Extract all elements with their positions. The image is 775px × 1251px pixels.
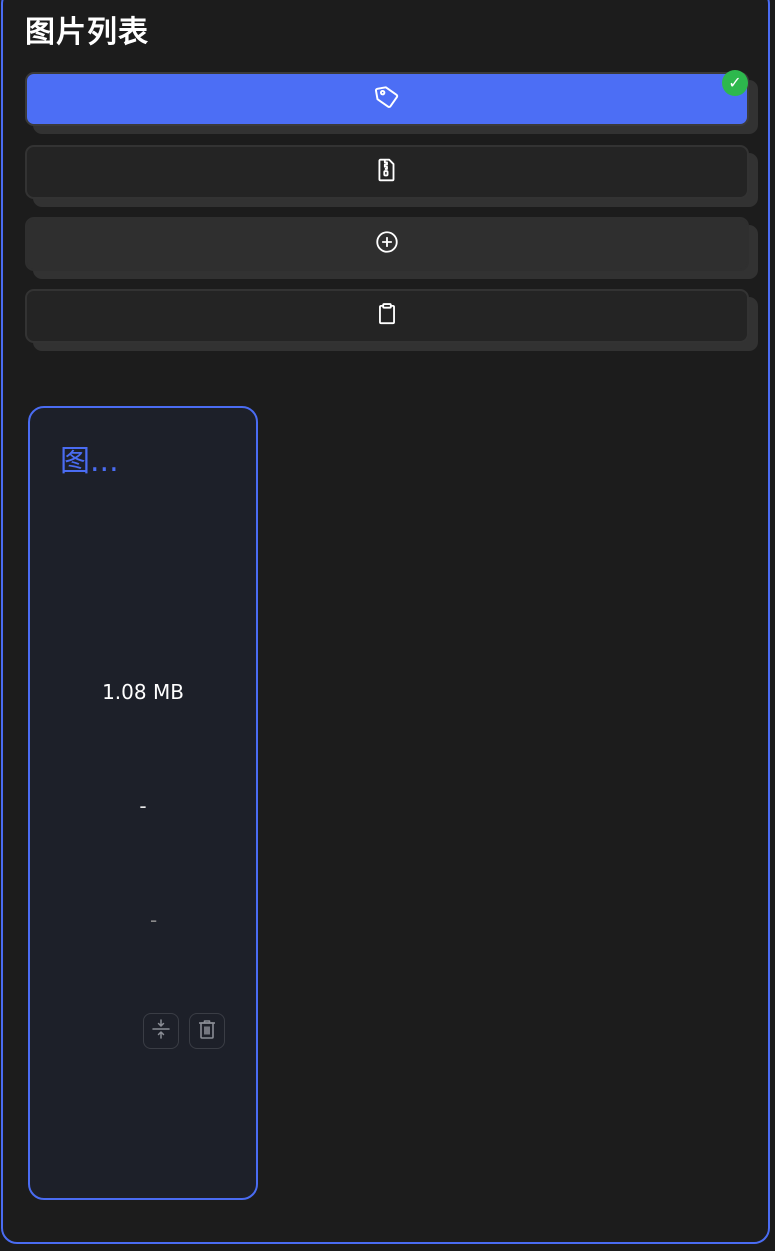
- delete-button[interactable]: [189, 1013, 225, 1049]
- compression-ratio: -: [150, 908, 158, 932]
- add-image-button[interactable]: [25, 217, 749, 271]
- add-button-wrapper: [25, 217, 758, 279]
- zip-download-button[interactable]: [25, 145, 749, 199]
- image-name: 图...: [60, 444, 119, 479]
- plus-circle-icon: [374, 229, 400, 259]
- tag-button[interactable]: [25, 72, 749, 126]
- selected-check-badge: ✓: [722, 70, 748, 96]
- trash-icon: [195, 1017, 219, 1045]
- tag-icon: [374, 84, 400, 114]
- compress-button[interactable]: [143, 1013, 179, 1049]
- clipboard-icon: [374, 301, 400, 331]
- compressed-size: -: [139, 794, 147, 818]
- compress-icon: [149, 1017, 173, 1045]
- original-size: 1.08 MB: [102, 680, 184, 704]
- image-card[interactable]: 图... 1.08 MB - -: [28, 406, 258, 1200]
- page-title: 图片列表: [25, 15, 149, 50]
- zip-file-icon: [374, 157, 400, 187]
- zip-button-wrapper: [25, 145, 758, 207]
- paste-clipboard-button[interactable]: [25, 289, 749, 343]
- tag-button-wrapper: ✓: [25, 70, 758, 134]
- clipboard-button-wrapper: [25, 289, 758, 351]
